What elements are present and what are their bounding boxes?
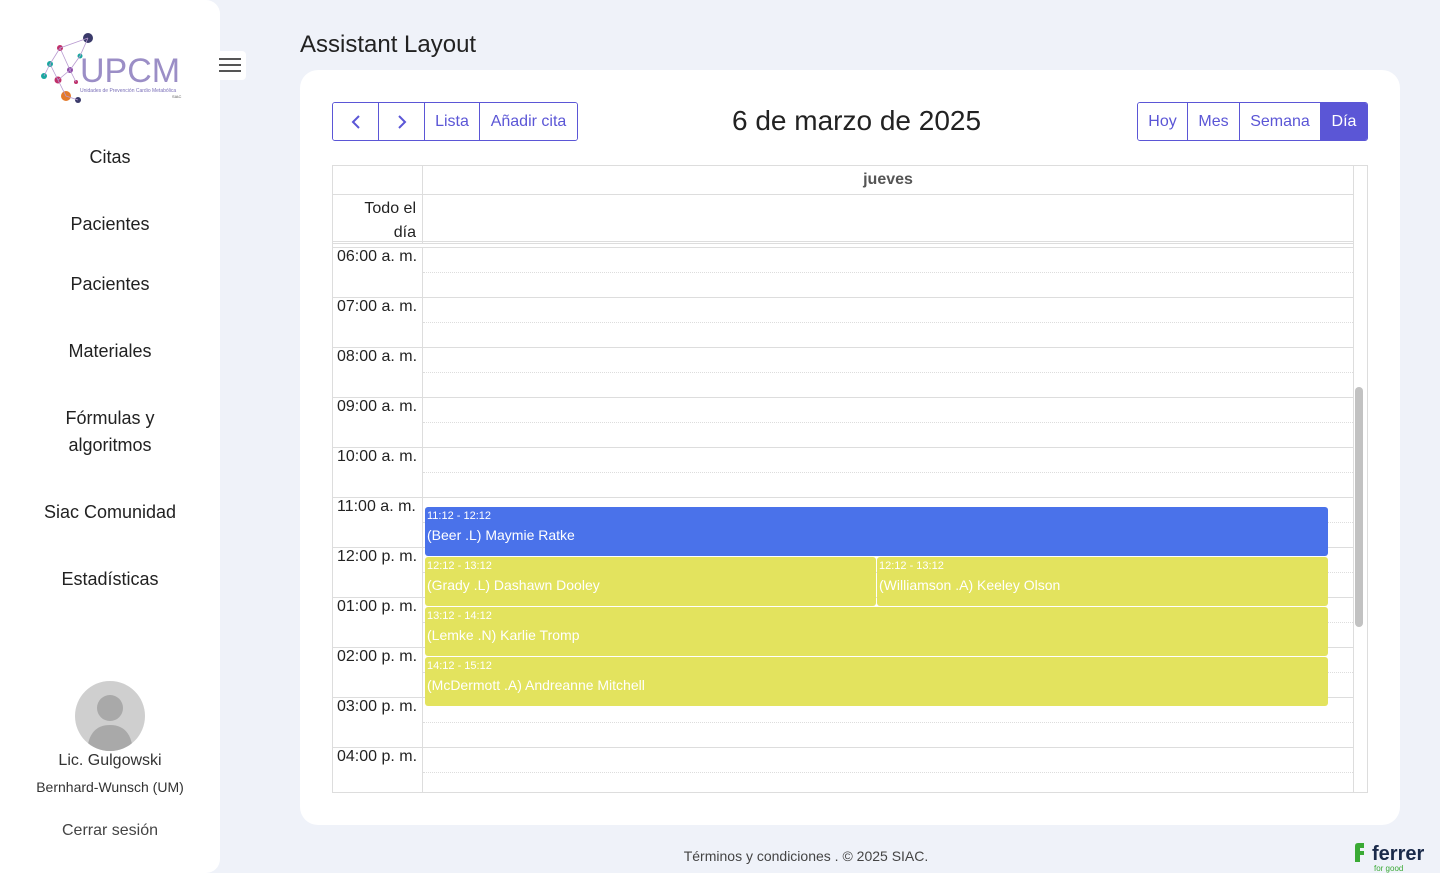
hour-line [333,347,1353,348]
sidebar-item-pacientes-2[interactable]: Pacientes [0,271,220,298]
time-label: 08:00 a. m. [337,348,418,365]
calendar-header: jueves [333,166,1353,195]
logo-tag: SIAC [172,94,181,99]
user-name: Lic. Gulgowski [58,752,162,769]
event-title: (Grady .L) Dashawn Dooley [427,577,600,593]
all-day-row[interactable]: Todo el día [333,195,1353,244]
sidebar-item-citas[interactable]: Citas [0,144,220,171]
day-calendar: jueves Todo el día 06:00 a. m. 07:00 a. m… [332,165,1368,793]
view-month-button[interactable]: Mes [1188,103,1240,140]
half-hour-line [423,272,1353,273]
event-title: (Beer .L) Maymie Ratke [427,527,575,543]
hour-line [333,447,1353,448]
brand-name: ferrer [1372,843,1424,865]
sidebar-item-materiales[interactable]: Materiales [0,338,220,365]
time-label: 07:00 a. m. [337,298,418,315]
event-title: (Lemke .N) Karlie Tromp [427,627,580,643]
time-label: 03:00 p. m. [337,698,418,715]
appointment-event[interactable]: 12:12 - 13:12 (Williamson .A) Keeley Olso… [877,557,1328,606]
menu-toggle-button[interactable] [214,51,246,80]
hour-line [333,247,1353,248]
calendar-card: Lista Añadir cita 6 de marzo de 2025 Hoy… [300,70,1400,825]
appointment-event[interactable]: 13:12 - 14:12 (Lemke .N) Karlie Tromp [425,607,1328,656]
sidebar-item-formulas[interactable]: Fórmulas y algoritmos [0,405,220,459]
view-today-button[interactable]: Hoy [1138,103,1188,140]
upcm-logo[interactable]: UPCM Unidades de Prevención Cardio Metab… [36,28,186,110]
sidebar-item-siac-comunidad[interactable]: Siac Comunidad [0,499,220,526]
scrollbar-thumb[interactable] [1355,387,1363,627]
half-hour-line [423,422,1353,423]
event-time: 11:12 - 12:12 [427,510,492,522]
ferrer-logo: ferrer for good [1355,843,1424,873]
time-grid[interactable]: 06:00 a. m. 07:00 a. m. 08:00 a. m. 09:00 a… [333,247,1353,792]
time-label: 10:00 a. m. [337,448,418,465]
appointment-event[interactable]: 14:12 - 15:12 (McDermott .A) Andreanne Mi… [425,657,1328,706]
event-title: (Williamson .A) Keeley Olson [879,577,1061,593]
view-switcher: Hoy Mes Semana Día [1137,102,1368,141]
avatar[interactable] [75,681,145,751]
half-hour-line [423,322,1353,323]
day-header: jueves [863,171,913,188]
hour-line [333,497,1353,498]
event-time: 12:12 - 13:12 [879,560,944,572]
event-time: 14:12 - 15:12 [427,660,492,672]
page-title: Assistant Layout [300,31,477,58]
logo-subtitle: Unidades de Prevención Cardio Metabólica [80,88,176,94]
user-organization: Bernhard-Wunsch (UM) [36,779,184,795]
hour-line [333,397,1353,398]
sidebar-item-estadisticas[interactable]: Estadísticas [0,566,220,593]
hour-line [333,297,1353,298]
view-day-button[interactable]: Día [1321,103,1367,140]
time-label: 12:00 p. m. [337,548,418,565]
brand-tagline: for good [1374,864,1403,873]
footer-text[interactable]: Términos y condiciones . © 2025 SIAC. [0,848,1440,864]
time-label: 09:00 a. m. [337,398,418,415]
user-silhouette-icon [87,695,133,751]
sidebar-item-pacientes[interactable]: Pacientes [0,211,220,238]
appointment-event[interactable]: 12:12 - 13:12 (Grady .L) Dashawn Dooley [425,557,876,606]
hamburger-icon [219,58,241,60]
half-hour-line [423,472,1353,473]
appointment-event[interactable]: 11:12 - 12:12 (Beer .L) Maymie Ratke [425,507,1328,556]
logo-text: UPCM [80,52,180,90]
half-hour-line [423,772,1353,773]
event-time: 13:12 - 14:12 [427,610,492,622]
time-label: 06:00 a. m. [337,248,418,265]
half-hour-line [423,372,1353,373]
time-label: 01:00 p. m. [337,598,418,615]
time-label: 04:00 p. m. [337,748,418,765]
time-label: 02:00 p. m. [337,648,418,665]
event-title: (McDermott .A) Andreanne Mitchell [427,677,645,693]
sidebar: UPCM Unidades de Prevención Cardio Metab… [0,0,220,873]
hour-line [333,747,1353,748]
all-day-label: Todo el día [333,195,423,244]
half-hour-line [423,722,1353,723]
logout-link[interactable]: Cerrar sesión [0,822,220,840]
view-week-button[interactable]: Semana [1240,103,1321,140]
time-label: 11:00 a. m. [337,498,416,515]
event-time: 12:12 - 13:12 [427,560,492,572]
